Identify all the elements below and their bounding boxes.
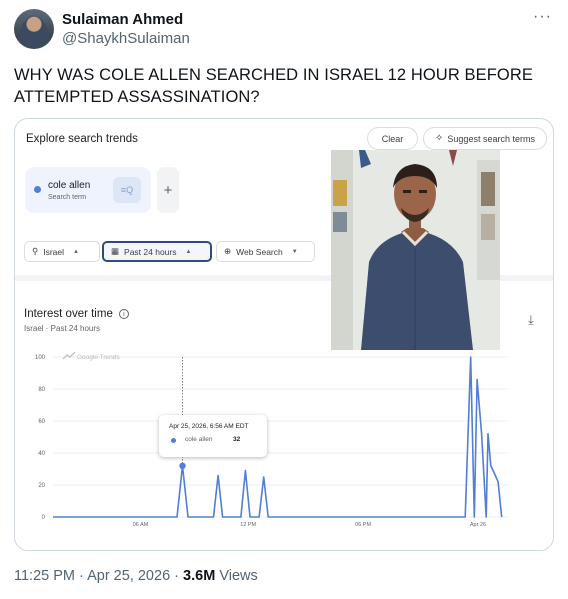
author-handle[interactable]: @ShaykhSulaiman bbox=[62, 30, 190, 47]
tweet-meta: 11:25 PM · Apr 25, 2026 · 3.6M Views bbox=[14, 568, 258, 584]
y-tick-label: 60 bbox=[38, 419, 45, 425]
location-filter[interactable]: ⚲ Israel ▲ bbox=[24, 241, 100, 262]
tooltip-term: cole allen bbox=[185, 436, 213, 443]
interest-over-time-title: Interest over time i bbox=[24, 308, 129, 320]
views-count: 3.6M bbox=[183, 568, 216, 584]
meta-separator: · bbox=[79, 568, 88, 584]
download-icon[interactable]: ⤓ bbox=[528, 312, 534, 328]
tweet-text: WHY WAS COLE ALLEN SEARCHED IN ISRAEL 12… bbox=[14, 66, 533, 106]
x-tick-label: 06 PM bbox=[355, 522, 371, 528]
person-photo bbox=[331, 150, 500, 350]
attached-image[interactable]: Explore search trends Clear ✧ Suggest se… bbox=[14, 118, 554, 551]
more-options-icon[interactable]: ··· bbox=[533, 8, 552, 26]
clear-button-label: Clear bbox=[381, 133, 404, 144]
time-range-label: Past 24 hours bbox=[124, 246, 177, 257]
tweet-date[interactable]: Apr 25, 2026 bbox=[87, 568, 170, 584]
term-subtitle: Search term bbox=[48, 194, 87, 201]
tooltip-color-dot bbox=[171, 438, 176, 443]
caret-up-icon: ▲ bbox=[73, 248, 79, 255]
caret-down-icon: ▼ bbox=[291, 248, 298, 255]
y-tick-label: 20 bbox=[38, 483, 45, 489]
suggest-terms-button[interactable]: ✧ Suggest search terms bbox=[423, 127, 547, 150]
x-tick-label: 06 AM bbox=[133, 522, 149, 528]
tweet-time[interactable]: 11:25 PM bbox=[14, 568, 75, 584]
location-pin-icon: ⚲ bbox=[32, 246, 39, 256]
interest-chart: 0 20 40 60 80 100 Google Trends 06 AM 12 PM 06 … bbox=[35, 351, 509, 528]
add-term-button[interactable]: + bbox=[157, 167, 179, 213]
search-term-icon[interactable]: ≡Q bbox=[113, 177, 141, 203]
views-label: Views bbox=[219, 568, 258, 584]
person-photo-illustration bbox=[331, 150, 500, 350]
y-tick-label: 100 bbox=[35, 355, 46, 361]
watermark-label: Google Trends bbox=[77, 354, 120, 361]
info-icon[interactable]: i bbox=[118, 309, 129, 319]
clear-button[interactable]: Clear bbox=[367, 127, 418, 150]
y-tick-label: 40 bbox=[38, 451, 45, 457]
term-color-dot bbox=[34, 186, 41, 193]
search-type-label: Web Search bbox=[236, 246, 283, 257]
trends-header-title: Explore search trends bbox=[26, 133, 138, 145]
search-term-card[interactable]: cole allen Search term ≡Q bbox=[25, 167, 151, 213]
y-tick-label: 80 bbox=[38, 387, 45, 393]
author-name[interactable]: Sulaiman Ahmed bbox=[62, 11, 183, 28]
interest-subtitle: Israel · Past 24 hours bbox=[24, 324, 101, 333]
tooltip-value: 32 bbox=[233, 436, 241, 443]
highlight-point bbox=[179, 462, 186, 469]
y-tick-label: 0 bbox=[42, 515, 46, 521]
tooltip-date: Apr 25, 2026, 6:56 AM EDT bbox=[169, 423, 249, 430]
term-name: cole allen bbox=[48, 180, 91, 191]
x-tick-label: Apr 26 bbox=[470, 522, 486, 528]
trends-logo-icon bbox=[62, 351, 76, 360]
author-avatar[interactable] bbox=[14, 9, 54, 49]
chart-tooltip: Apr 25, 2026, 6:56 AM EDT cole allen 32 bbox=[159, 415, 267, 457]
google-trends-watermark: Google Trends bbox=[62, 351, 120, 361]
search-type-filter[interactable]: ⊕ Web Search ▼ bbox=[216, 241, 315, 262]
time-range-filter[interactable]: ▦ Past 24 hours ▲ bbox=[102, 241, 212, 262]
interest-title-label: Interest over time bbox=[24, 308, 113, 320]
suggest-terms-label: Suggest search terms bbox=[447, 133, 535, 144]
meta-separator: · bbox=[174, 568, 184, 584]
series-line-cole-allen bbox=[53, 356, 503, 518]
calendar-icon: ▦ bbox=[111, 246, 120, 256]
caret-up-icon: ▲ bbox=[185, 248, 192, 255]
x-tick-label: 12 PM bbox=[240, 522, 256, 528]
location-filter-label: Israel bbox=[43, 246, 65, 257]
sparkle-icon: ✧ bbox=[435, 133, 444, 144]
globe-icon: ⊕ bbox=[224, 246, 232, 256]
